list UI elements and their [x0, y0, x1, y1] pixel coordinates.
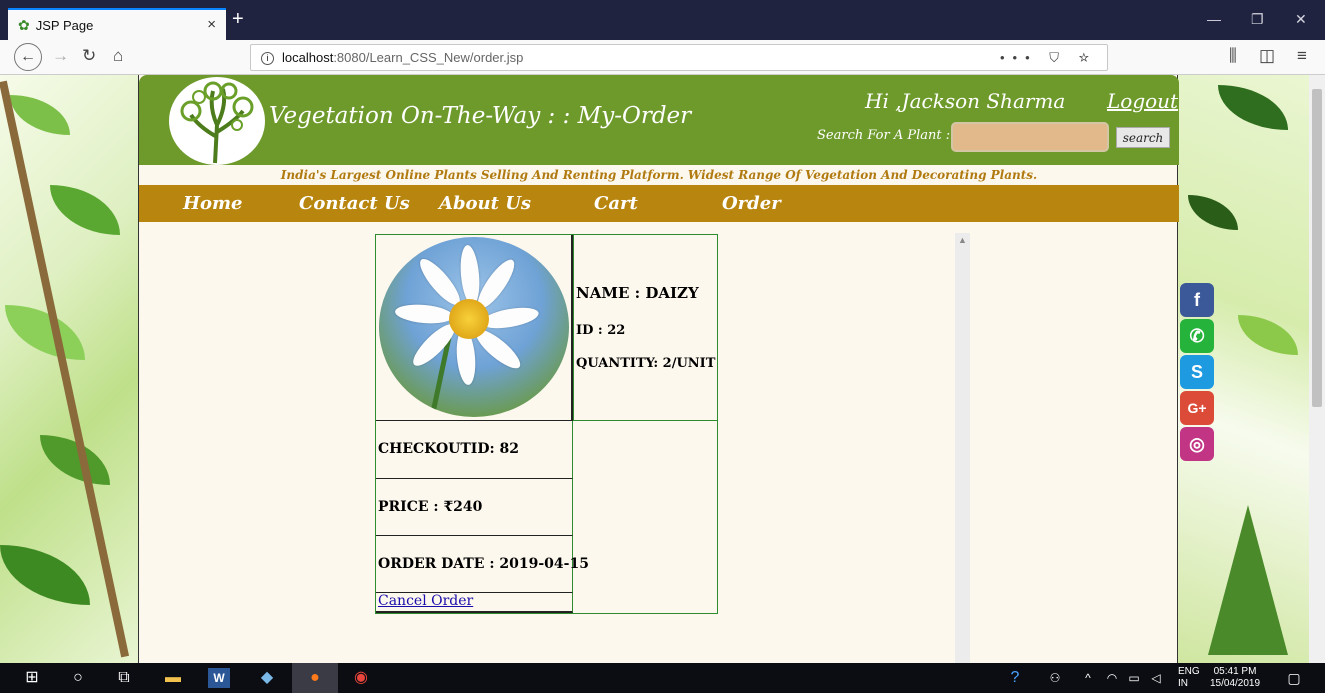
cancel-order-link[interactable]: Cancel Order [378, 593, 473, 609]
leaf-decoration [50, 185, 120, 235]
product-id: ID : 22 [576, 323, 626, 338]
scroll-up-icon[interactable]: ▲ [958, 235, 967, 245]
content-scrollbar[interactable]: ▲ [955, 233, 970, 663]
task-view-icon[interactable]: ⧉ [114, 668, 134, 688]
site-favicon-icon: ✿ [18, 16, 30, 33]
menu-item-cart[interactable]: Cart [594, 193, 638, 214]
back-arrow-icon[interactable]: ← [14, 43, 42, 71]
language-code: ENG [1178, 666, 1200, 677]
new-tab-icon[interactable]: + [232, 9, 244, 29]
tree-logo-icon [169, 77, 265, 165]
left-foliage-background [0, 75, 140, 663]
battery-icon[interactable]: ▭ [1126, 668, 1142, 688]
sidebar-icon[interactable]: ◫ [1259, 46, 1275, 66]
restore-icon[interactable]: ❐ [1251, 11, 1264, 28]
home-icon[interactable]: ⌂ [113, 46, 123, 66]
language-indicator[interactable]: ENG IN [1178, 666, 1200, 690]
page-scrollbar[interactable] [1309, 75, 1325, 663]
tab-jsp-page[interactable]: ✿ JSP Page × [8, 8, 226, 40]
checkout-id-cell: CHECKOUTID: 82 [376, 421, 573, 479]
address-bar[interactable]: i localhost:8080/Learn_CSS_New/order.jsp … [250, 44, 1108, 71]
site-info-icon[interactable]: i [261, 52, 274, 66]
search-button[interactable]: search [1116, 127, 1170, 148]
cancel-order-cell: Cancel Order [376, 593, 573, 613]
firefox-icon[interactable]: ● [304, 668, 326, 688]
forward-arrow-icon[interactable]: → [52, 46, 69, 66]
word-icon[interactable]: W [208, 668, 230, 688]
leaf-decoration [1238, 315, 1298, 355]
clock-date: 15/04/2019 [1210, 678, 1261, 689]
volume-icon[interactable]: ◁ [1148, 668, 1164, 688]
file-explorer-icon[interactable]: ▬ [162, 668, 184, 688]
browser-titlebar: ✿ JSP Page × + — ❐ ✕ [0, 0, 1325, 40]
people-icon[interactable]: ⚇ [1045, 668, 1065, 688]
page-actions-icon[interactable]: ••• ⛉ ☆ [1000, 45, 1097, 70]
tab-title: JSP Page [35, 17, 94, 33]
order-table: NAME : DAIZY ID : 22 QUANTITY: 2/UNIT CH… [375, 234, 718, 614]
product-name: NAME : DAIZY [576, 284, 699, 302]
product-image-cell [376, 235, 573, 421]
app-cube-icon[interactable]: ◆ [256, 668, 278, 688]
google-plus-icon[interactable]: G+ [1180, 391, 1214, 425]
menu-hamburger-icon[interactable]: ≡ [1297, 46, 1307, 66]
browser-toolbar: ← → ↻ ⌂ i localhost:8080/Learn_CSS_New/or… [0, 40, 1325, 75]
help-icon[interactable]: ? [1005, 668, 1025, 688]
product-quantity: QUANTITY: 2/UNIT [576, 356, 716, 371]
instagram-icon[interactable]: ◎ [1180, 427, 1214, 461]
windows-start-icon[interactable]: ⊞ [22, 668, 42, 688]
windows-taskbar: ⊞ ○ ⧉ ▬ W ◆ ● ◉ ? ⚇ ^ ◠ ▭ ◁ ENG IN 05:41… [0, 663, 1325, 693]
reload-icon[interactable]: ↻ [82, 46, 96, 66]
site-tagline: India's Largest Online Plants Selling An… [280, 168, 1038, 182]
leaf-decoration [10, 95, 70, 135]
daisy-product-image [379, 237, 569, 417]
region-code: IN [1178, 678, 1188, 689]
site-header: Vegetation On-The-Way : : My-Order Hi ,J… [139, 75, 1179, 165]
leaf-decoration [1188, 195, 1238, 230]
site-title: Vegetation On-The-Way : : My-Order [269, 103, 692, 129]
logout-link[interactable]: Logout [1107, 89, 1178, 113]
tray-chevron-icon[interactable]: ^ [1080, 668, 1096, 688]
price-cell: PRICE : ₹240 [376, 479, 573, 536]
order-date: ORDER DATE : 2019-04-15 [378, 556, 589, 572]
main-menu: Home Contact Us About Us Cart Order [139, 185, 1179, 222]
tree-decoration [1208, 505, 1288, 655]
tab-close-icon[interactable]: × [207, 16, 216, 33]
close-window-icon[interactable]: ✕ [1295, 11, 1307, 28]
skype-icon[interactable]: S [1180, 355, 1214, 389]
whatsapp-icon[interactable]: ✆ [1180, 319, 1214, 353]
menu-item-home[interactable]: Home [183, 193, 243, 214]
product-info-cell: NAME : DAIZY ID : 22 QUANTITY: 2/UNIT [573, 235, 717, 421]
search-icon[interactable]: ○ [68, 668, 88, 688]
search-label: Search For A Plant : [817, 128, 951, 143]
search-input[interactable] [951, 122, 1109, 152]
clock[interactable]: 05:41 PM 15/04/2019 [1210, 666, 1260, 690]
flower-center [449, 299, 489, 339]
chrome-icon[interactable]: ◉ [350, 668, 372, 688]
wifi-icon[interactable]: ◠ [1104, 668, 1120, 688]
checkout-id: CHECKOUTID: 82 [378, 441, 520, 457]
leaf-decoration [0, 545, 90, 605]
site-container: Vegetation On-The-Way : : My-Order Hi ,J… [138, 75, 1179, 663]
leaf-decoration [5, 305, 85, 360]
order-date-cell: ORDER DATE : 2019-04-15 [376, 536, 589, 593]
leaf-decoration [1218, 85, 1288, 130]
user-greeting: Hi ,Jackson Sharma [865, 89, 1066, 113]
facebook-icon[interactable]: f [1180, 283, 1214, 317]
petal [394, 302, 454, 326]
page-scrollbar-thumb[interactable] [1312, 89, 1322, 407]
library-icon[interactable]: ⫼ [1229, 46, 1237, 66]
page-viewport: Vegetation On-The-Way : : My-Order Hi ,J… [0, 75, 1309, 663]
menu-item-about-us[interactable]: About Us [439, 193, 531, 214]
menu-item-contact-us[interactable]: Contact Us [299, 193, 410, 214]
clock-time: 05:41 PM [1213, 666, 1257, 677]
notifications-icon[interactable]: ▢ [1284, 668, 1304, 688]
url-path: :8080/Learn_CSS_New/order.jsp [333, 50, 524, 65]
menu-item-order[interactable]: Order [722, 193, 781, 214]
order-price: PRICE : ₹240 [378, 499, 483, 515]
url-host: localhost [282, 50, 334, 65]
minimize-icon[interactable]: — [1207, 11, 1221, 27]
